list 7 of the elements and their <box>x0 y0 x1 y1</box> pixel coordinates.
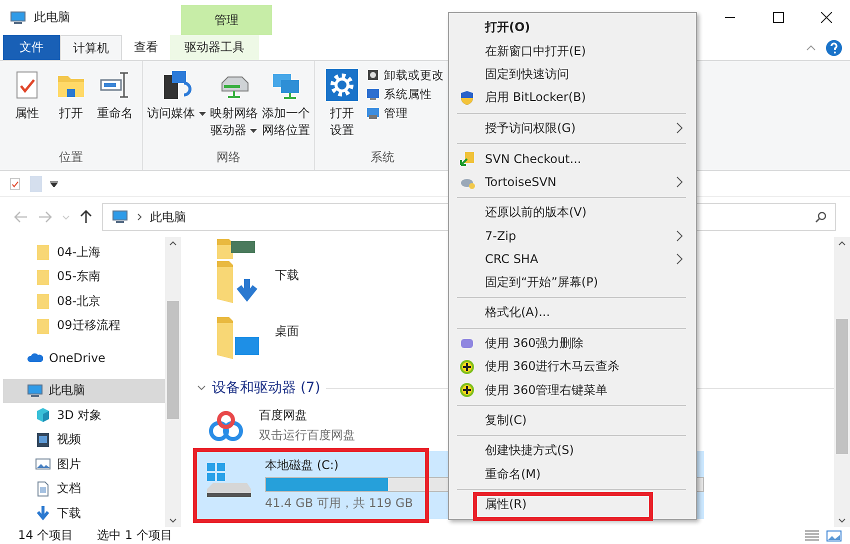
item-count: 14 个项目 <box>18 527 74 544</box>
window-title: 此电脑 <box>34 9 70 26</box>
group-label: 系统 <box>370 150 394 164</box>
context-tab-header: 管理 <box>181 5 272 35</box>
selection-count: 选中 1 个项目 <box>97 527 172 544</box>
group-label: 位置 <box>59 150 83 164</box>
group-label: 网络 <box>216 150 240 164</box>
